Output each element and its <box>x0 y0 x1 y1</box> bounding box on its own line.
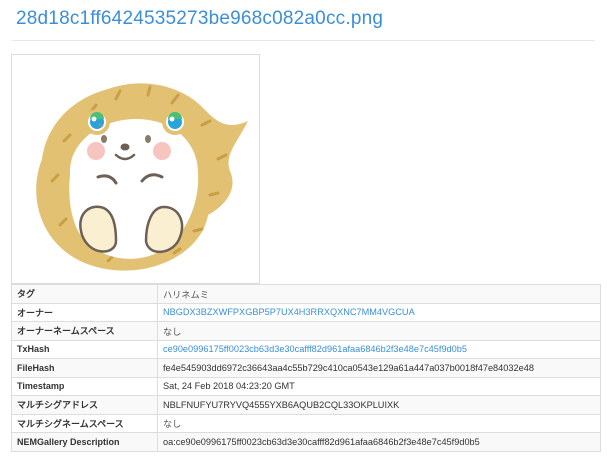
table-row: オーナーネームスペース なし <box>11 321 601 341</box>
details-table: タグ ハリネムミ オーナー NBGDX3BZXWFPXGBP5P7UX4H3RR… <box>11 284 601 452</box>
table-row: TxHash ce90e0996175ff0023cb63d3e30cafff8… <box>11 339 601 359</box>
table-row: FileHash fe4e545903dd6972c36643aa4c55b72… <box>11 358 601 378</box>
table-row: マルチシグネームスペース なし <box>11 413 601 433</box>
table-row: NEMGallery Description oa:ce90e0996175ff… <box>11 432 601 452</box>
row-value: なし <box>157 321 601 341</box>
row-key: オーナーネームスペース <box>11 321 158 341</box>
txhash-link[interactable]: ce90e0996175ff0023cb63d3e30cafff82d961af… <box>157 339 601 359</box>
row-key: マルチシグネームスペース <box>11 413 158 433</box>
row-key: FileHash <box>11 358 158 378</box>
row-value: fe4e545903dd6972c36643aa4c55b729c410ca05… <box>157 358 601 378</box>
page-title: 28d18c1ff6424535273be968c082a0cc.png <box>16 8 384 29</box>
gallery-image[interactable] <box>11 54 260 284</box>
table-row: タグ ハリネムミ <box>11 284 601 304</box>
hedgehog-illustration-icon <box>36 83 248 271</box>
title-divider <box>12 40 595 41</box>
row-value: oa:ce90e0996175ff0023cb63d3e30cafff82d96… <box>157 432 601 452</box>
row-key: タグ <box>11 284 158 304</box>
row-value: ハリネムミ <box>157 284 601 304</box>
table-row: マルチシグアドレス NBLFNUFYU7RYVQ4555YXB6AQUB2CQL… <box>11 395 601 415</box>
table-row: オーナー NBGDX3BZXWFPXGBP5P7UX4H3RRXQXNC7MM4… <box>11 302 601 322</box>
table-row: Timestamp Sat, 24 Feb 2018 04:23:20 GMT <box>11 376 601 396</box>
row-key: NEMGallery Description <box>11 432 158 452</box>
row-value: Sat, 24 Feb 2018 04:23:20 GMT <box>157 376 601 396</box>
row-key: オーナー <box>11 302 158 322</box>
row-key: Timestamp <box>11 376 158 396</box>
row-key: マルチシグアドレス <box>11 395 158 415</box>
row-key: TxHash <box>11 339 158 359</box>
row-value: NBLFNUFYU7RYVQ4555YXB6AQUB2CQL33OKPLUIXK <box>157 395 601 415</box>
owner-link[interactable]: NBGDX3BZXWFPXGBP5P7UX4H3RRXQXNC7MM4VGCUA <box>157 302 601 322</box>
row-value: なし <box>157 413 601 433</box>
